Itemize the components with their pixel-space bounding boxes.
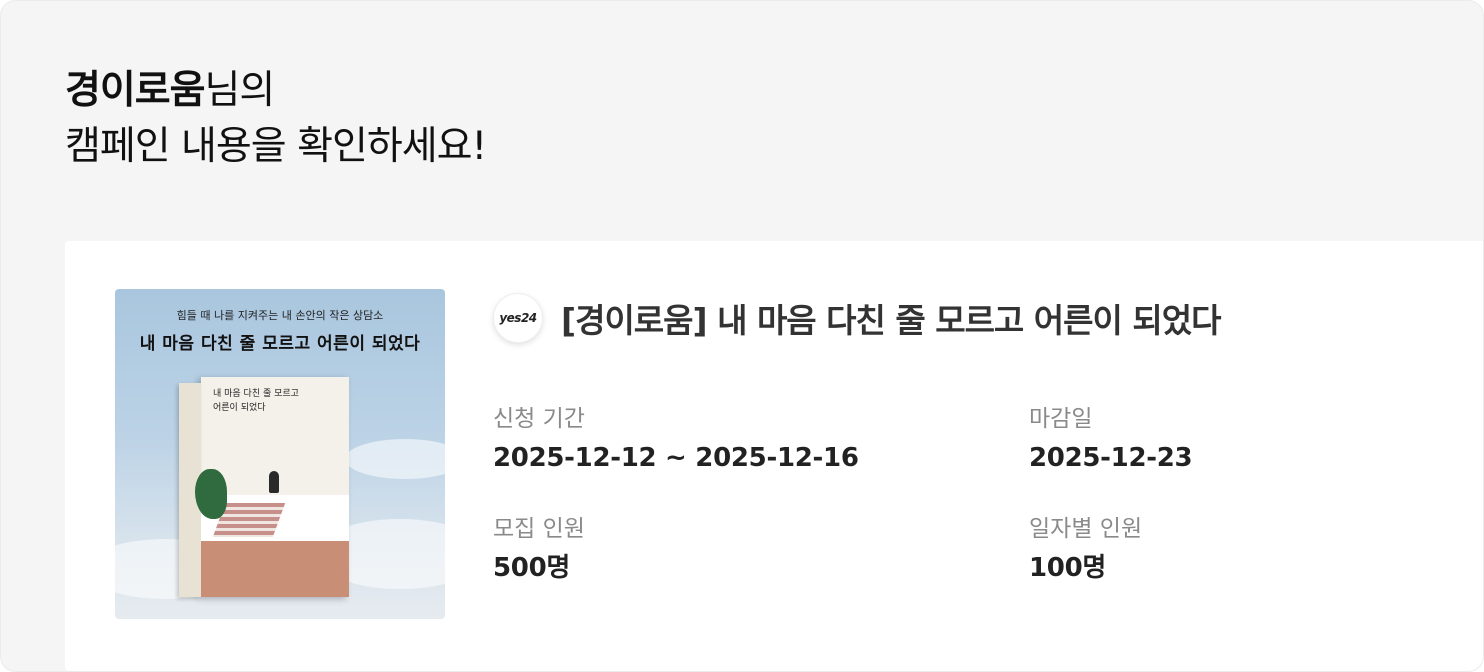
deadline: 마감일 2025-12-23 (1029, 403, 1193, 475)
daily-count: 일자별 인원 100명 (1029, 513, 1142, 585)
greeting-heading: 경이로움님의 캠페인 내용을 확인하세요! (65, 63, 487, 175)
cover-subtitle: 힘들 때 나를 지켜주는 내 손안의 작은 상담소 (176, 309, 384, 322)
daily-count-value: 100명 (1029, 553, 1106, 583)
recruit-count: 모집 인원 500명 (493, 513, 585, 585)
greeting-suffix: 님의 (204, 68, 276, 113)
application-period-value: 2025-12-12 ~ 2025-12-16 (493, 443, 859, 473)
campaign-card[interactable]: 힘들 때 나를 지켜주는 내 손안의 작은 상담소 내 마음 다친 줄 모르고 … (65, 241, 1483, 671)
campaign-title[interactable]: [경이로움] 내 마음 다친 줄 모르고 어른이 되었다 (561, 294, 1221, 342)
user-nickname: 경이로움 (65, 68, 206, 113)
recruit-count-value: 500명 (493, 553, 570, 583)
campaign-panel: 경이로움님의 캠페인 내용을 확인하세요! 힘들 때 나를 지켜주는 내 손안의… (0, 0, 1484, 672)
recruit-count-label: 모집 인원 (493, 516, 585, 542)
application-period: 신청 기간 2025-12-12 ~ 2025-12-16 (493, 403, 859, 475)
book-illustration: 내 마음 다친 줄 모르고 어른이 되었다 (179, 377, 349, 597)
book-cover-image: 힘들 때 나를 지켜주는 내 손안의 작은 상담소 내 마음 다친 줄 모르고 … (115, 289, 445, 619)
daily-count-label: 일자별 인원 (1029, 516, 1143, 542)
book-front-title: 내 마음 다친 줄 모르고 어른이 되었다 (213, 389, 299, 413)
deadline-value: 2025-12-23 (1029, 443, 1193, 473)
greeting-line-1: 경이로움님의 (65, 63, 486, 119)
deadline-label: 마감일 (1029, 406, 1093, 432)
cover-title: 내 마음 다친 줄 모르고 어른이 되었다 (139, 334, 421, 354)
application-period-label: 신청 기간 (493, 406, 585, 432)
campaign-title-row: yes24 [경이로움] 내 마음 다친 줄 모르고 어른이 되었다 (493, 291, 1221, 345)
yes24-logo-icon: yes24 (493, 293, 543, 343)
greeting-line-2: 캠페인 내용을 확인하세요! (65, 124, 487, 169)
